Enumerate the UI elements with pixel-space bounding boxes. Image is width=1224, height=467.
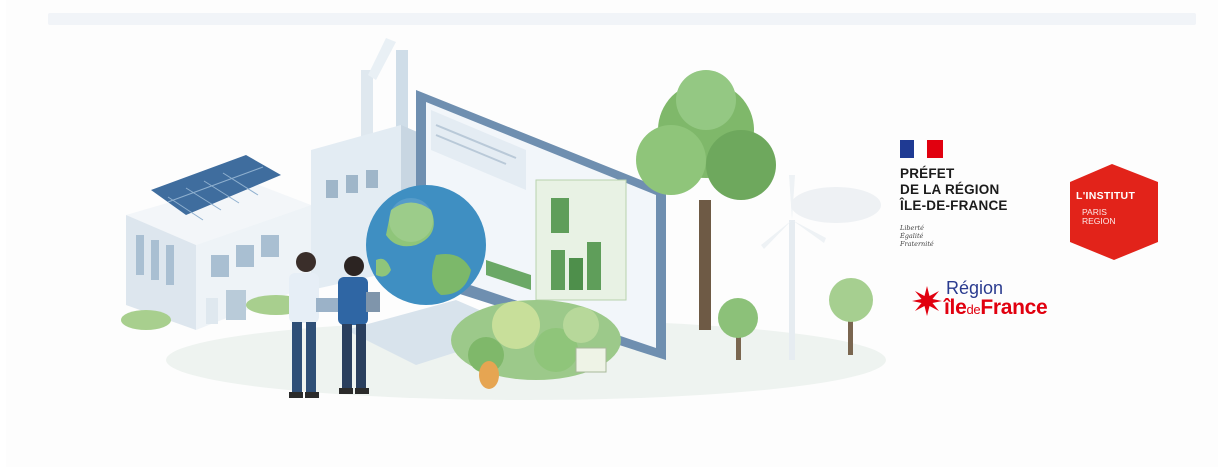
region-de: de	[966, 302, 981, 317]
devise-liberte: Liberté	[900, 224, 924, 232]
banner-frame: PRÉFET DE LA RÉGION ÎLE-DE-FRANCE Libert…	[6, 0, 1218, 467]
prefet-logo-text: PRÉFET DE LA RÉGION ÎLE-DE-FRANCE	[900, 166, 1008, 214]
top-strip	[48, 13, 1196, 25]
partner-logos: PRÉFET DE LA RÉGION ÎLE-DE-FRANCE Libert…	[876, 120, 1196, 350]
sustainability-illustration	[121, 38, 886, 400]
region-name: îledeFrance	[944, 296, 1048, 320]
region-ile: île	[944, 296, 967, 319]
institut-title: L'INSTITUT	[1076, 190, 1136, 202]
region-france: France	[980, 296, 1048, 319]
prefet-line3: ÎLE-DE-FRANCE	[900, 198, 1008, 213]
prefet-line1: PRÉFET	[900, 166, 955, 181]
prefet-devise: Liberté Égalité Fraternité	[900, 224, 934, 248]
region-star-icon	[912, 286, 942, 316]
institut-subtitle: PARIS REGION	[1082, 208, 1116, 226]
devise-egalite: Égalité	[900, 232, 924, 240]
globe-icon	[366, 185, 486, 305]
devise-fraternite: Fraternité	[900, 240, 934, 248]
marianne-flag-icon	[900, 140, 946, 160]
institut-line3: REGION	[1082, 216, 1116, 226]
prefet-line2: DE LA RÉGION	[900, 182, 1000, 197]
